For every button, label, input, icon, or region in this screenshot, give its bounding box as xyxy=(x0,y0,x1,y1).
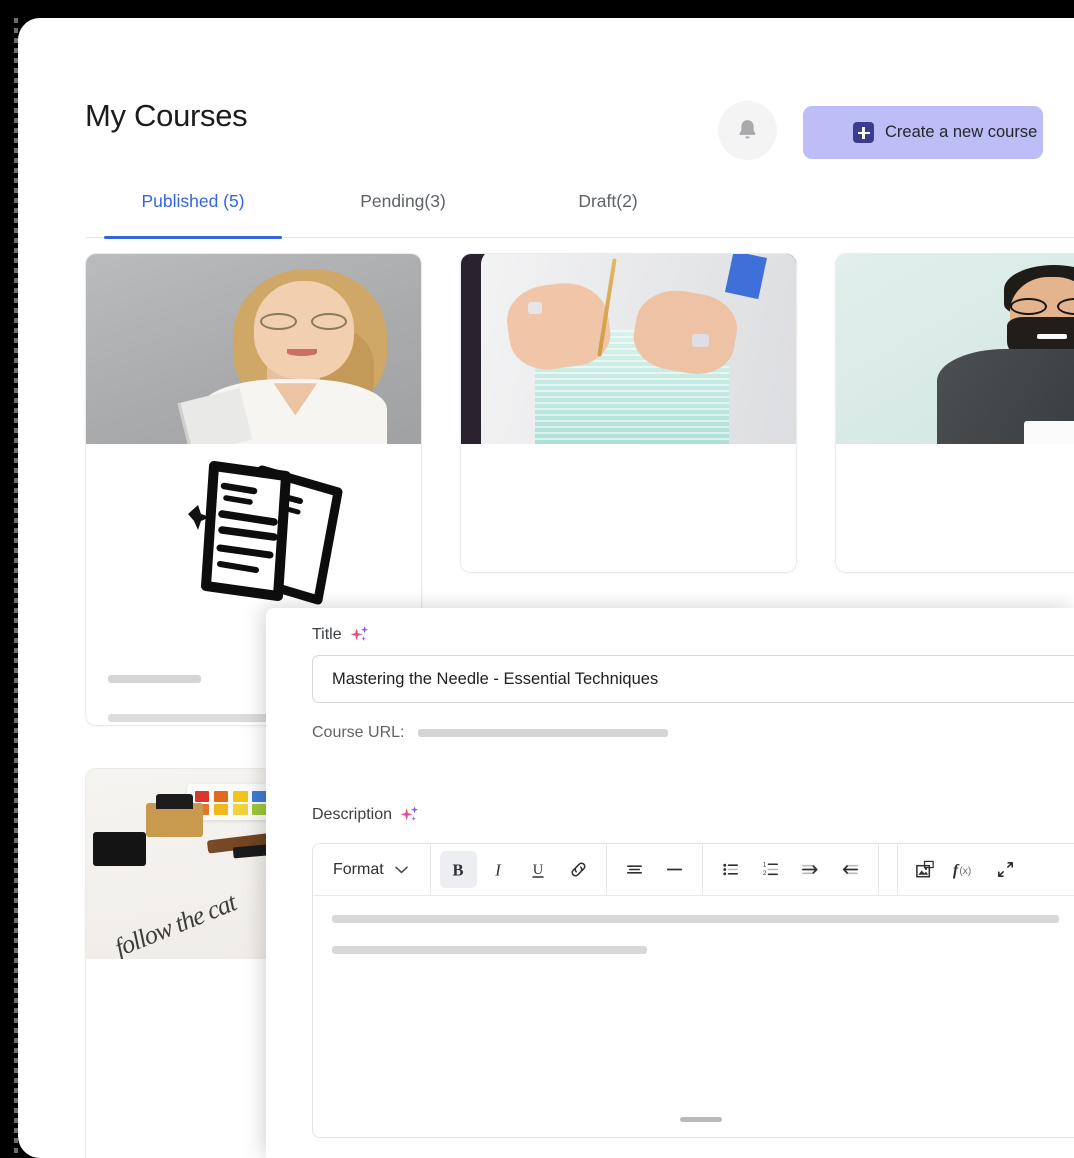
perforated-edge-decoration xyxy=(14,18,18,1158)
align-left-icon xyxy=(624,859,645,880)
photo-woman-glasses xyxy=(86,254,421,444)
format-dropdown[interactable]: Format xyxy=(322,851,421,888)
svg-text:U: U xyxy=(533,862,544,878)
indent-increase-button[interactable] xyxy=(792,851,829,888)
skeleton-line xyxy=(332,915,1059,923)
description-label-text: Description xyxy=(312,806,392,824)
course-card-2[interactable] xyxy=(460,253,797,573)
formula-fx-icon: f (x) xyxy=(951,859,979,880)
indent-right-icon xyxy=(799,859,821,880)
description-editor-body[interactable] xyxy=(313,896,1074,1137)
description-field-label: Description xyxy=(312,805,420,825)
bold-icon: B xyxy=(448,860,468,880)
insert-formula-button[interactable]: f (x) xyxy=(947,851,984,888)
title-label-text: Title xyxy=(312,626,342,644)
toolbar-group-block xyxy=(607,844,703,895)
photo-crochet-hands xyxy=(461,254,796,444)
toolbar-group-inline: B I U xyxy=(431,844,607,895)
editor-resize-handle[interactable] xyxy=(680,1117,722,1122)
toolbar-group-lists: 1 2 xyxy=(703,844,879,895)
skeleton-line xyxy=(332,946,647,954)
svg-text:1: 1 xyxy=(763,862,767,869)
toolbar-group-spacer xyxy=(879,844,898,895)
insert-image-button[interactable] xyxy=(907,851,944,888)
svg-text:B: B xyxy=(453,860,464,879)
skeleton-line xyxy=(108,675,201,683)
course-url-row: Course URL: xyxy=(312,724,668,742)
course-url-skeleton xyxy=(418,729,668,737)
chevron-down-icon xyxy=(395,866,408,874)
italic-icon: I xyxy=(488,860,508,880)
align-button[interactable] xyxy=(616,851,653,888)
course-edit-form-panel: Title Course URL: Description xyxy=(266,608,1074,1158)
svg-text:2: 2 xyxy=(763,870,767,877)
numbered-list-icon: 1 2 xyxy=(760,859,781,880)
underline-icon: U xyxy=(528,860,548,880)
bullet-list-icon xyxy=(720,859,741,880)
indent-decrease-button[interactable] xyxy=(832,851,869,888)
bold-button[interactable]: B xyxy=(440,851,477,888)
photo-bearded-man xyxy=(836,254,1074,444)
underline-button[interactable]: U xyxy=(520,851,557,888)
link-icon xyxy=(568,859,589,880)
ai-sparkle-icon xyxy=(400,805,420,825)
expand-arrows-icon xyxy=(995,859,1016,880)
course-url-label: Course URL: xyxy=(312,724,404,742)
title-field-label: Title xyxy=(312,625,370,645)
image-icon xyxy=(914,859,937,881)
app-surface: My Courses Create a new course Published… xyxy=(18,18,1074,1158)
format-label: Format xyxy=(333,861,384,879)
toolbar-group-insert: f (x) xyxy=(898,844,1033,895)
toolbar-group-format: Format xyxy=(313,844,431,895)
course-thumbnail-2 xyxy=(461,254,796,444)
italic-button[interactable]: I xyxy=(480,851,517,888)
course-title-input[interactable] xyxy=(312,655,1074,703)
svg-text:(x): (x) xyxy=(960,866,972,877)
device-frame: My Courses Create a new course Published… xyxy=(0,0,1074,1158)
indent-left-icon xyxy=(839,859,861,880)
fullscreen-button[interactable] xyxy=(987,851,1024,888)
course-thumbnail-1 xyxy=(86,254,421,444)
link-button[interactable] xyxy=(560,851,597,888)
editor-toolbar: Format B xyxy=(313,844,1074,896)
horizontal-rule-icon xyxy=(664,859,685,880)
bullet-list-button[interactable] xyxy=(712,851,749,888)
ai-sparkle-icon xyxy=(350,625,370,645)
course-card-3[interactable] xyxy=(835,253,1074,573)
numbered-list-button[interactable]: 1 2 xyxy=(752,851,789,888)
svg-text:I: I xyxy=(494,860,502,879)
course-thumbnail-3 xyxy=(836,254,1074,444)
horizontal-rule-button[interactable] xyxy=(656,851,693,888)
description-rich-text-editor: Format B xyxy=(312,843,1074,1138)
